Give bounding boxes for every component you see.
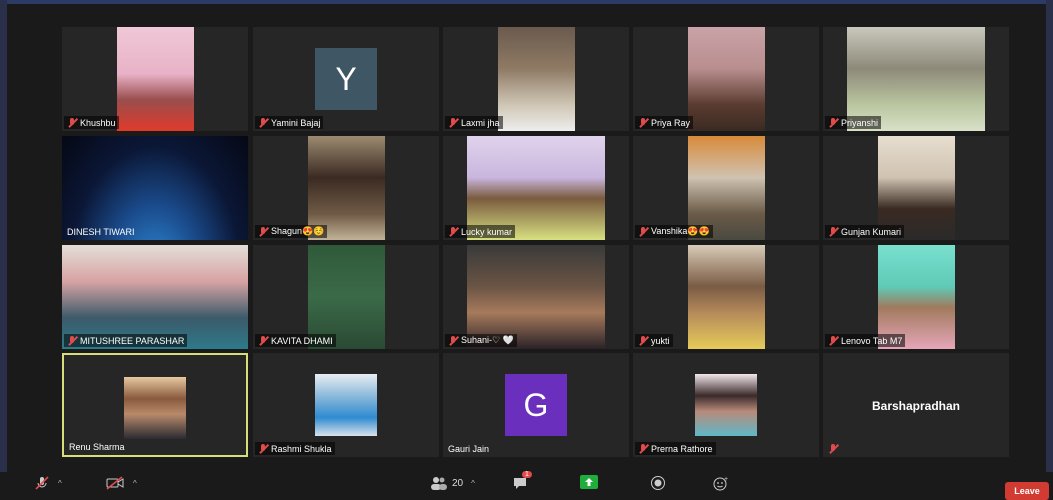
meeting-toolbar: ^ ^ 20 ^ 1 + Leave bbox=[0, 471, 1053, 500]
participant-tile[interactable]: Rashmi Shukla bbox=[253, 353, 439, 457]
gallery-grid: Khushbu Y Yamini Bajaj Laxmi jha Priya R… bbox=[62, 27, 1012, 461]
name-label: Renu Sharma bbox=[69, 441, 125, 452]
video-feed bbox=[688, 27, 765, 131]
name-label: Suhani-♡ 🤍 bbox=[445, 334, 517, 347]
participant-tile[interactable]: Priyanshi bbox=[823, 27, 1009, 131]
top-frame bbox=[0, 0, 1053, 4]
participant-tile[interactable]: Khushbu bbox=[62, 27, 248, 131]
reactions-icon: + bbox=[713, 476, 728, 491]
chat-badge: 1 bbox=[522, 471, 532, 478]
name-label: Yamini Bajaj bbox=[255, 116, 324, 129]
muted-mic-icon bbox=[258, 117, 268, 128]
svg-text:+: + bbox=[724, 476, 728, 483]
participant-tile[interactable]: Renu Sharma bbox=[62, 353, 248, 457]
video-feed bbox=[117, 27, 194, 131]
participant-tile[interactable]: Y Yamini Bajaj bbox=[253, 27, 439, 131]
name-label: Lucky kumar bbox=[445, 225, 516, 238]
name-label: Khushbu bbox=[64, 116, 119, 129]
leave-button[interactable]: Leave bbox=[1005, 482, 1049, 500]
left-frame bbox=[0, 0, 7, 496]
name-label bbox=[825, 442, 844, 455]
muted-mic-icon bbox=[448, 117, 458, 128]
reactions-button[interactable]: + bbox=[712, 475, 730, 491]
participant-tile[interactable]: Lucky kumar bbox=[443, 136, 629, 240]
participant-tile[interactable]: Vanshika😍😍 bbox=[633, 136, 819, 240]
name-label: yukti bbox=[635, 334, 673, 347]
participant-tile[interactable]: MITUSHREE PARASHAR bbox=[62, 245, 248, 349]
name-label: DINESH TIWARI bbox=[67, 226, 135, 237]
avatar: Y bbox=[315, 48, 377, 110]
participant-tile[interactable]: Laxmi jha bbox=[443, 27, 629, 131]
avatar: G bbox=[505, 374, 567, 436]
participant-tile[interactable]: Prerna Rathore bbox=[633, 353, 819, 457]
participants-count: 20 bbox=[452, 477, 464, 489]
share-screen-icon bbox=[580, 475, 598, 489]
name-label: Lenovo Tab M7 bbox=[825, 334, 906, 347]
mic-off-icon bbox=[35, 476, 49, 490]
participant-tile[interactable]: Barshapradhan bbox=[823, 353, 1009, 457]
name-label: Shagun😍☺️ bbox=[255, 225, 328, 238]
right-frame bbox=[1046, 0, 1053, 496]
video-feed bbox=[124, 377, 186, 439]
muted-mic-icon bbox=[638, 443, 648, 454]
record-button[interactable] bbox=[650, 475, 666, 491]
muted-mic-icon bbox=[448, 335, 458, 346]
name-label: Laxmi jha bbox=[445, 116, 503, 129]
video-off-icon bbox=[106, 476, 124, 490]
muted-mic-icon bbox=[828, 117, 838, 128]
chat-button[interactable]: 1 bbox=[512, 471, 532, 491]
video-feed bbox=[315, 374, 377, 436]
muted-mic-icon bbox=[638, 335, 648, 346]
name-label: Vanshika😍😍 bbox=[635, 225, 713, 238]
video-feed bbox=[695, 374, 757, 436]
muted-mic-icon bbox=[67, 335, 77, 346]
video-feed bbox=[688, 245, 765, 349]
participant-tile[interactable]: Lenovo Tab M7 bbox=[823, 245, 1009, 349]
participant-name-center: Barshapradhan bbox=[871, 399, 961, 413]
muted-mic-icon bbox=[67, 117, 77, 128]
chevron-up-icon[interactable]: ^ bbox=[471, 479, 475, 488]
share-screen-button[interactable] bbox=[580, 475, 598, 489]
video-feed bbox=[498, 27, 575, 131]
muted-mic-icon bbox=[638, 117, 648, 128]
mute-button[interactable]: ^ bbox=[34, 475, 62, 491]
muted-mic-icon bbox=[828, 443, 838, 454]
participant-tile[interactable]: G Gauri Jain bbox=[443, 353, 629, 457]
name-label: Gunjan Kumari bbox=[825, 225, 905, 238]
muted-mic-icon bbox=[258, 443, 268, 454]
participant-tile[interactable]: yukti bbox=[633, 245, 819, 349]
participant-tile[interactable]: DINESH TIWARI bbox=[62, 136, 248, 240]
muted-mic-icon bbox=[828, 335, 838, 346]
muted-mic-icon bbox=[828, 226, 838, 237]
participant-tile[interactable]: Shagun😍☺️ bbox=[253, 136, 439, 240]
name-label: Gauri Jain bbox=[448, 443, 490, 454]
muted-mic-icon bbox=[258, 226, 268, 237]
name-label: KAVITA DHAMI bbox=[255, 334, 336, 347]
video-button[interactable]: ^ bbox=[105, 475, 137, 491]
participant-tile[interactable]: Priya Ray bbox=[633, 27, 819, 131]
chevron-up-icon[interactable]: ^ bbox=[58, 479, 62, 488]
muted-mic-icon bbox=[638, 226, 648, 237]
muted-mic-icon bbox=[448, 226, 458, 237]
chevron-up-icon[interactable]: ^ bbox=[133, 479, 137, 488]
name-label: Rashmi Shukla bbox=[255, 442, 335, 455]
muted-mic-icon bbox=[258, 335, 268, 346]
name-label: MITUSHREE PARASHAR bbox=[64, 334, 188, 347]
participant-tile[interactable]: Gunjan Kumari bbox=[823, 136, 1009, 240]
name-label: Priyanshi bbox=[825, 116, 882, 129]
name-label: Priya Ray bbox=[635, 116, 694, 129]
participant-tile[interactable]: KAVITA DHAMI bbox=[253, 245, 439, 349]
participants-icon bbox=[431, 477, 447, 490]
participant-tile[interactable]: Suhani-♡ 🤍 bbox=[443, 245, 629, 349]
record-icon bbox=[651, 476, 665, 490]
participants-button[interactable]: 20 ^ bbox=[430, 475, 475, 491]
name-label: Prerna Rathore bbox=[635, 442, 716, 455]
